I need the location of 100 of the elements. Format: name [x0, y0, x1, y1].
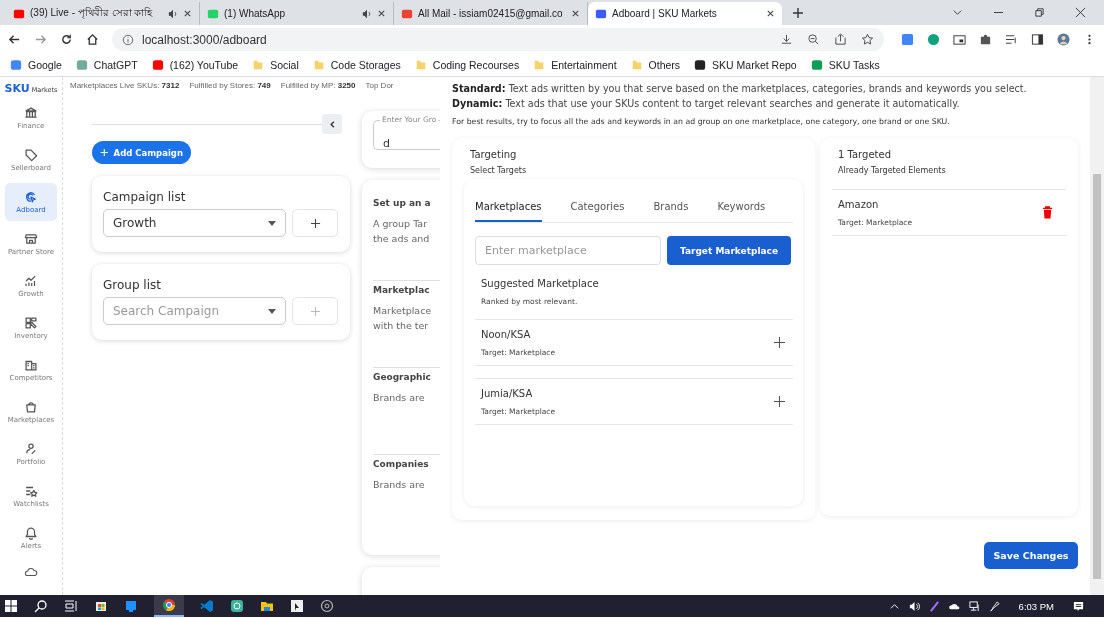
- info-icon[interactable]: [122, 33, 134, 46]
- pen-icon[interactable]: [928, 600, 940, 612]
- speaker-icon[interactable]: [168, 8, 178, 19]
- app-icon[interactable]: [320, 599, 334, 613]
- folder-icon[interactable]: [260, 599, 274, 613]
- tab[interactable]: Categories: [570, 193, 625, 222]
- close-icon[interactable]: [183, 9, 192, 18]
- forward-icon[interactable]: [34, 33, 47, 46]
- translate-icon[interactable]: [901, 33, 914, 46]
- tab[interactable]: Marketplaces: [475, 193, 542, 222]
- chart-icon: [24, 274, 38, 288]
- tab[interactable]: Brands: [653, 193, 689, 222]
- site-favicon-icon: [595, 7, 607, 20]
- shopping-bag-icon: [24, 400, 38, 414]
- add-icon[interactable]: [774, 396, 785, 407]
- folder-icon: [533, 59, 546, 71]
- close-icon[interactable]: [1075, 7, 1086, 18]
- target-marketplace-button[interactable]: Target Marketplace: [667, 236, 791, 265]
- bookmark[interactable]: Coding Recourses: [414, 59, 520, 71]
- select-field[interactable]: Growth: [103, 209, 286, 237]
- storefront-icon: [24, 232, 38, 246]
- notification-icon[interactable]: [1073, 600, 1084, 612]
- app-icon[interactable]: [230, 599, 244, 613]
- download-icon[interactable]: [780, 33, 793, 46]
- home-icon[interactable]: [86, 33, 99, 46]
- save-changes-button[interactable]: Save Changes: [984, 542, 1078, 569]
- network-icon[interactable]: [968, 600, 980, 612]
- section-text: Marketplace: [373, 305, 433, 316]
- close-icon[interactable]: [766, 9, 775, 18]
- volume-icon[interactable]: [908, 600, 920, 612]
- address-bar[interactable]: localhost:3000/adboard: [112, 28, 884, 51]
- star-icon[interactable]: [861, 33, 874, 46]
- zoom-icon[interactable]: [807, 33, 820, 46]
- chevron-down-icon[interactable]: [952, 7, 963, 18]
- section-text: with the ter: [373, 320, 430, 331]
- grid-icon: [24, 316, 38, 330]
- media-icon[interactable]: [1005, 33, 1018, 46]
- share-icon[interactable]: [834, 33, 847, 46]
- extension-icon[interactable]: [927, 33, 940, 46]
- code-editor-icon[interactable]: [200, 599, 214, 613]
- section-text: A group Tar: [373, 218, 429, 229]
- bookmark[interactable]: Entertainment: [533, 59, 617, 71]
- section-text: the ads and: [373, 233, 431, 244]
- pen-icon[interactable]: [988, 600, 1000, 612]
- picture-in-picture-icon[interactable]: [953, 33, 966, 46]
- bell-icon: [24, 526, 38, 540]
- collapse-button[interactable]: [322, 114, 342, 134]
- reload-icon[interactable]: [60, 33, 73, 46]
- bookmark[interactable]: Social: [252, 59, 299, 71]
- add-icon[interactable]: [774, 337, 785, 348]
- new-tab-icon[interactable]: [792, 7, 804, 19]
- speaker-icon[interactable]: [362, 8, 372, 19]
- store-icon[interactable]: [94, 599, 108, 613]
- avatar-icon[interactable]: [1057, 33, 1070, 46]
- clock[interactable]: 6:03 PM: [1018, 600, 1054, 612]
- windows-logo-icon[interactable]: [4, 599, 18, 613]
- cursor-target-icon: [24, 190, 38, 204]
- site-icon: [151, 59, 164, 71]
- plus-icon: [309, 305, 321, 317]
- stat-text: Fulfilled by MP: 3250: [280, 81, 356, 90]
- bookmark[interactable]: Google: [10, 59, 62, 71]
- taskbar-app[interactable]: [154, 595, 184, 617]
- site-icon: [694, 59, 707, 71]
- close-icon[interactable]: [571, 9, 580, 18]
- bookmark[interactable]: (162) YouTube: [151, 59, 239, 71]
- app-icon[interactable]: [290, 599, 304, 613]
- chevron-left-icon: [327, 119, 337, 129]
- back-icon[interactable]: [8, 33, 21, 46]
- browser-tab[interactable]: (39) Live - পৃথিবীর সেরা কাহি: [6, 2, 200, 25]
- browser-tab[interactable]: Adboard | SKU Markets: [588, 2, 782, 25]
- scrollbar[interactable]: [1090, 77, 1104, 595]
- bookmark[interactable]: Code Storages: [312, 59, 401, 71]
- section-title: Suggested Marketplace: [481, 278, 600, 289]
- stat-text: Fulfilled by Stores: 749: [189, 81, 271, 90]
- search-icon[interactable]: [34, 599, 48, 613]
- site-favicon-icon: [207, 7, 219, 20]
- trash-icon[interactable]: [1042, 206, 1053, 219]
- site-favicon-icon: [13, 7, 25, 20]
- bookmark[interactable]: SKU Market Repo: [694, 59, 797, 71]
- restore-icon[interactable]: [1034, 7, 1045, 18]
- task-view-icon[interactable]: [64, 599, 78, 613]
- marketplace-input[interactable]: Enter marketplace: [475, 236, 661, 265]
- list-star-icon: [24, 484, 38, 498]
- close-icon[interactable]: [377, 9, 386, 18]
- marketplace-name: Jumia/KSA: [481, 387, 534, 399]
- puzzle-icon[interactable]: [979, 33, 992, 46]
- bookmark[interactable]: ChatGPT: [75, 59, 138, 71]
- browser-icon: [162, 598, 176, 612]
- card-title: Campaign list: [103, 190, 187, 204]
- card-title: Group list: [103, 278, 162, 292]
- bookmark[interactable]: Others: [630, 59, 681, 71]
- browser-tab[interactable]: (1) WhatsApp: [200, 2, 394, 25]
- bookmark[interactable]: SKU Tasks: [810, 59, 880, 71]
- tag-icon: [24, 148, 38, 162]
- marketplace-name: Noon/KSA: [481, 328, 532, 340]
- side-panel-icon[interactable]: [1031, 33, 1044, 46]
- cloud-icon[interactable]: [24, 565, 38, 579]
- folder-icon: [414, 59, 427, 71]
- add-campaign-button[interactable]: Add Campaign: [92, 141, 191, 164]
- tab[interactable]: Keywords: [717, 193, 766, 222]
